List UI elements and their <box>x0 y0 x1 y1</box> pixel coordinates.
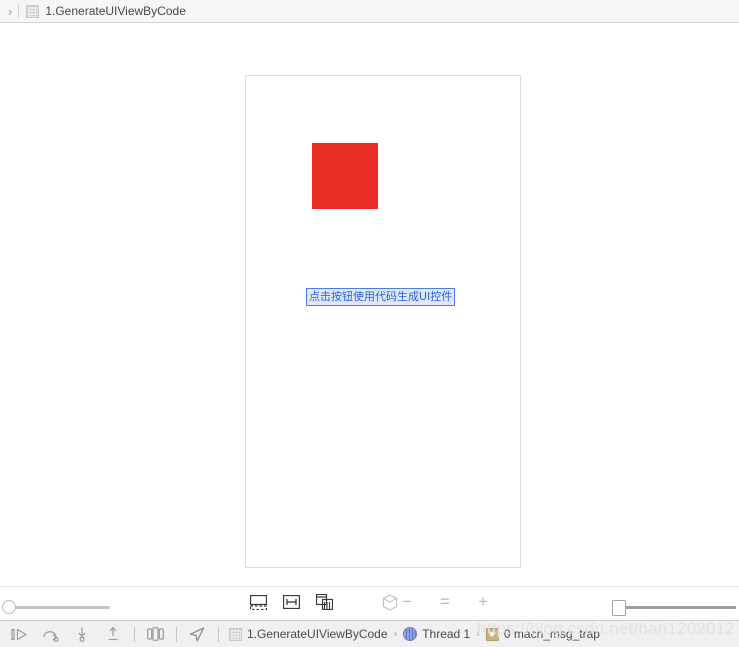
cube-icon[interactable] <box>380 592 400 612</box>
debug-bar-divider-1 <box>134 626 135 642</box>
debug-process-file-icon <box>229 627 242 641</box>
canvas-zoom-slider-track <box>10 606 110 609</box>
debug-thread-name[interactable]: Thread 1 <box>422 627 470 641</box>
debug-process-name[interactable]: 1.GenerateUIViewByCode <box>247 627 388 641</box>
continue-icon[interactable] <box>10 625 30 643</box>
update-frames-icon[interactable] <box>248 592 268 612</box>
red-uiview[interactable] <box>312 143 378 209</box>
step-over-icon[interactable] <box>41 625 61 643</box>
jump-bar-chevron-icon[interactable]: › <box>6 5 16 18</box>
canvas-bottom-toolbar: − = + <box>0 586 739 621</box>
jump-bar-divider <box>18 4 20 18</box>
watermark: https://blog.csdn.net/han1202012 <box>477 619 735 638</box>
embed-in-icon[interactable] <box>314 592 334 612</box>
generated-ui-label[interactable]: 点击按钮使用代码生成UI控件 <box>306 288 456 306</box>
debug-breadcrumb-arrow-1: › <box>393 628 398 640</box>
device-scale-slider-track <box>624 606 736 609</box>
canvas-zoom-slider-knob[interactable] <box>2 600 16 614</box>
thread-icon <box>403 627 418 641</box>
canvas-zoom-slider[interactable] <box>2 600 110 614</box>
device-preview-frame[interactable]: 点击按钮使用代码生成UI控件 <box>245 75 521 568</box>
location-arrow-icon[interactable] <box>187 625 207 643</box>
jump-bar-title[interactable]: 1.GenerateUIViewByCode <box>45 4 186 18</box>
interface-builder-canvas[interactable]: 点击按钮使用代码生成UI控件 <box>0 24 739 586</box>
align-icon[interactable] <box>281 592 301 612</box>
zoom-in-button[interactable]: + <box>474 592 492 610</box>
step-into-icon[interactable] <box>72 625 92 643</box>
view-hierarchy-icon[interactable] <box>145 625 165 643</box>
debug-bar-divider-2 <box>176 626 177 642</box>
device-scale-slider-knob[interactable] <box>612 600 626 616</box>
storyboard-file-icon <box>26 4 40 18</box>
ib-action-buttons <box>248 592 400 612</box>
device-scale-slider[interactable] <box>612 600 736 616</box>
jump-bar: › 1.GenerateUIViewByCode <box>0 0 739 23</box>
zoom-controls: − = + <box>398 592 492 610</box>
zoom-actual-size-button[interactable]: = <box>436 592 454 610</box>
step-out-icon[interactable] <box>103 625 123 643</box>
debug-bar-divider-3 <box>218 626 219 642</box>
zoom-out-button[interactable]: − <box>398 592 416 610</box>
